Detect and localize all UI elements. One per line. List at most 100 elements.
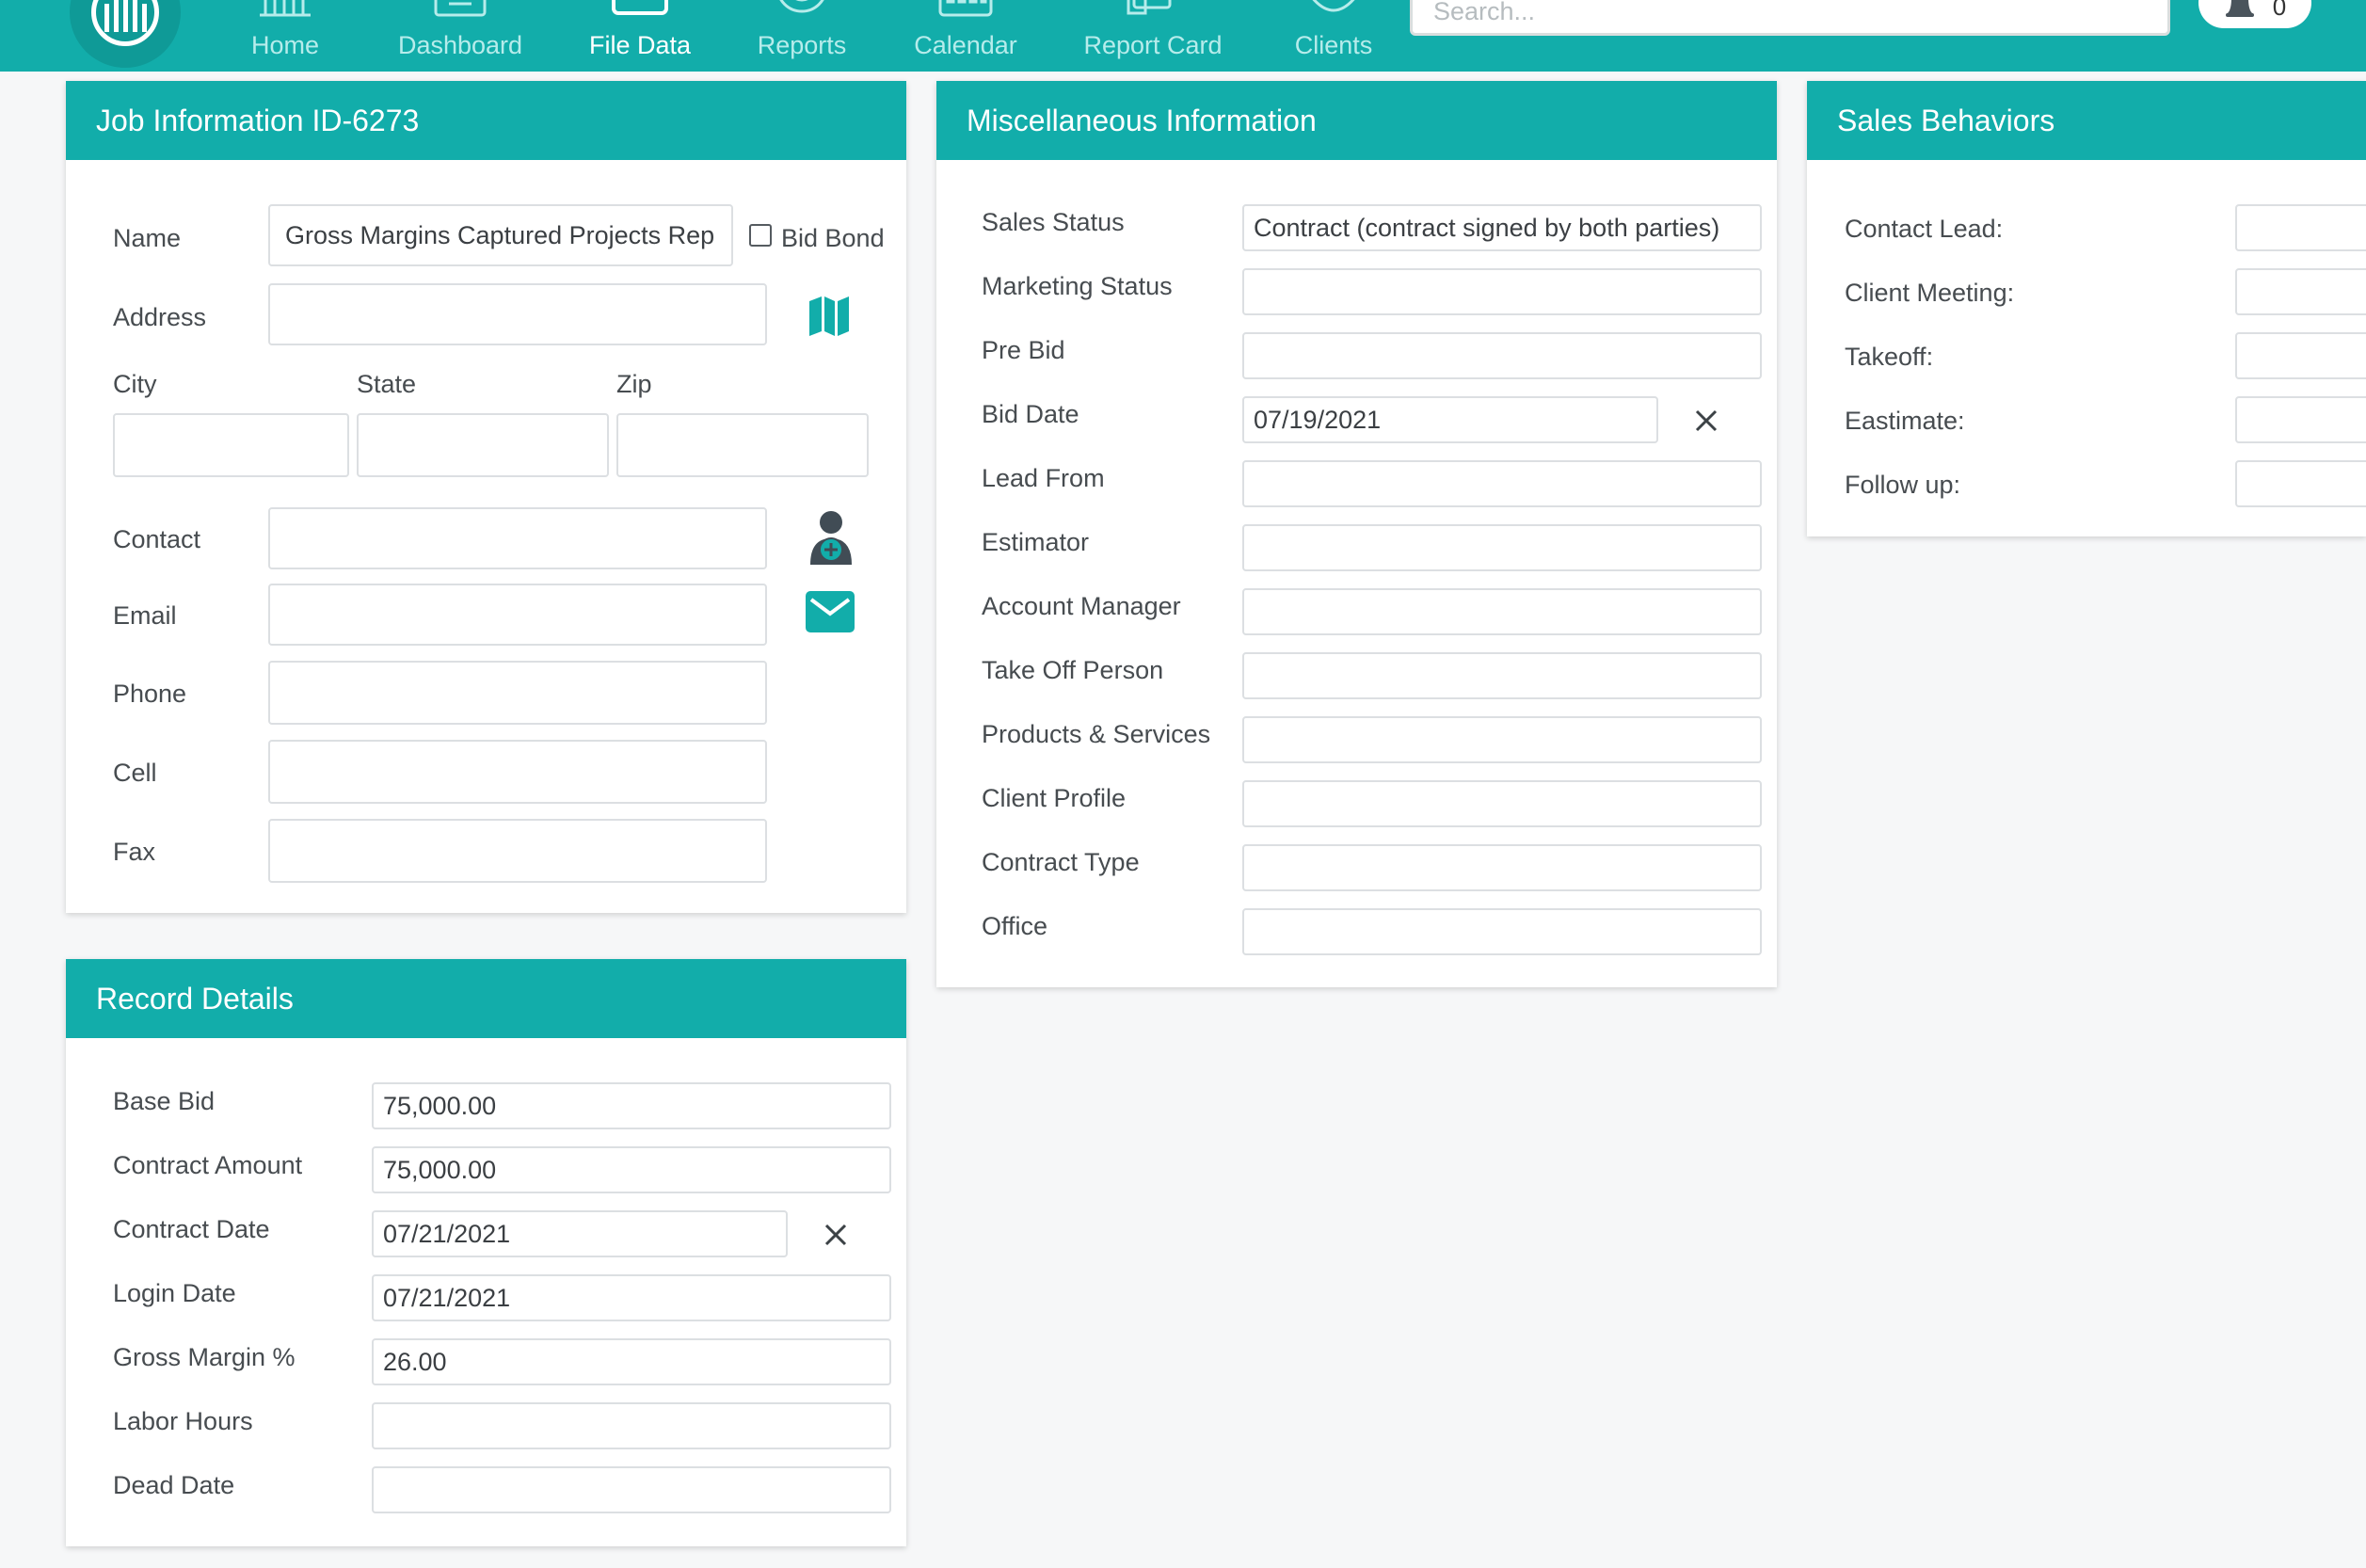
sales-behaviors-panel: Sales Behaviors Contact Lead: Client Mee… xyxy=(1807,81,2366,536)
follow-up-field[interactable] xyxy=(2235,460,2366,507)
address-field[interactable] xyxy=(268,283,767,345)
city-field[interactable] xyxy=(113,413,349,477)
take-off-person-field[interactable] xyxy=(1242,652,1762,699)
sales-status-label: Sales Status xyxy=(982,208,1125,236)
phone-field[interactable] xyxy=(268,661,767,725)
cell-field[interactable] xyxy=(268,740,767,804)
nav-dashboard-label: Dashboard xyxy=(397,31,523,59)
dashboard-icon xyxy=(434,0,487,17)
nav-home-label: Home xyxy=(250,31,320,59)
contact-lead-field[interactable] xyxy=(2235,204,2366,251)
dead-date-field[interactable] xyxy=(372,1466,891,1513)
account-manager-label: Account Manager xyxy=(982,592,1181,620)
report-card-icon xyxy=(1127,0,1172,15)
takeoff-field[interactable] xyxy=(2235,332,2366,379)
gross-margin-field[interactable]: 26.00 xyxy=(372,1338,891,1385)
marketing-status-label: Marketing Status xyxy=(982,272,1173,300)
nav-home[interactable]: Home xyxy=(247,0,324,72)
marketing-status-field[interactable] xyxy=(1242,268,1762,315)
estimate-field[interactable] xyxy=(2235,396,2366,443)
app-logo[interactable] xyxy=(70,0,181,68)
envelope-icon[interactable] xyxy=(806,591,855,632)
contract-date-label: Contract Date xyxy=(113,1215,270,1243)
name-label: Name xyxy=(113,224,182,252)
nav-dashboard[interactable]: Dashboard xyxy=(395,0,525,72)
bid-bond-label: Bid Bond xyxy=(781,224,885,252)
contact-lead-label: Contact Lead: xyxy=(1845,215,2004,243)
contact-label: Contact xyxy=(113,525,201,553)
nav-reports[interactable]: Reports xyxy=(757,0,847,72)
email-label: Email xyxy=(113,601,177,630)
zip-label: Zip xyxy=(616,370,652,398)
state-label: State xyxy=(357,370,417,398)
nav-reports-label: Reports xyxy=(757,31,847,59)
calendar-icon xyxy=(938,0,993,17)
lead-from-label: Lead From xyxy=(982,464,1105,492)
logo-bars-icon xyxy=(91,0,159,46)
contract-date-field[interactable]: 07/21/2021 xyxy=(372,1210,788,1257)
map-icon[interactable] xyxy=(807,294,851,337)
base-bid-label: Base Bid xyxy=(113,1087,216,1115)
take-off-person-label: Take Off Person xyxy=(982,656,1164,684)
nav-calendar-label: Calendar xyxy=(914,31,1017,59)
takeoff-label: Takeoff: xyxy=(1845,343,1934,371)
nav-report-card[interactable]: Report Card xyxy=(1082,0,1223,72)
base-bid-field[interactable]: 75,000.00 xyxy=(372,1082,891,1129)
office-field[interactable] xyxy=(1242,908,1762,955)
lead-from-field[interactable] xyxy=(1242,460,1762,507)
login-date-field[interactable]: 07/21/2021 xyxy=(372,1274,891,1321)
sales-status-field[interactable]: Contract (contract signed by both partie… xyxy=(1242,204,1762,251)
bell-icon xyxy=(2225,0,2254,17)
nav-file-data[interactable]: File Data xyxy=(589,0,691,72)
notification-count: 0 xyxy=(2272,0,2287,21)
add-contact-icon[interactable] xyxy=(807,510,855,567)
office-label: Office xyxy=(982,912,1048,940)
miscellaneous-information-panel: Miscellaneous Information Sales Status C… xyxy=(936,81,1777,987)
address-label: Address xyxy=(113,303,207,331)
contract-type-label: Contract Type xyxy=(982,848,1140,876)
home-icon xyxy=(260,0,311,17)
top-navigation-bar: Home Dashboard File Data Reports Calenda… xyxy=(0,0,2366,72)
reports-icon xyxy=(779,0,824,13)
pre-bid-field[interactable] xyxy=(1242,332,1762,379)
contract-amount-label: Contract Amount xyxy=(113,1151,303,1179)
client-profile-label: Client Profile xyxy=(982,784,1127,812)
client-meeting-field[interactable] xyxy=(2235,268,2366,315)
labor-hours-field[interactable] xyxy=(372,1402,891,1449)
client-meeting-label: Client Meeting: xyxy=(1845,279,2015,307)
client-profile-field[interactable] xyxy=(1242,780,1762,827)
estimator-field[interactable] xyxy=(1242,524,1762,571)
cell-label: Cell xyxy=(113,759,157,787)
contract-type-field[interactable] xyxy=(1242,844,1762,891)
name-field[interactable]: Gross Margins Captured Projects Rep xyxy=(268,204,733,266)
bid-date-field[interactable]: 07/19/2021 xyxy=(1242,396,1658,443)
fax-label: Fax xyxy=(113,838,156,866)
notifications-button[interactable]: 0 xyxy=(2198,0,2311,28)
clear-bid-date-icon[interactable] xyxy=(1693,408,1719,434)
clear-contract-date-icon[interactable] xyxy=(823,1222,849,1248)
gross-margin-label: Gross Margin % xyxy=(113,1343,296,1371)
fax-field[interactable] xyxy=(268,819,767,883)
nav-clients[interactable]: Clients xyxy=(1293,0,1374,72)
job-information-header: Job Information ID-6273 xyxy=(66,81,906,160)
record-details-panel: Record Details Base Bid 75,000.00 Contra… xyxy=(66,959,906,1546)
clients-icon xyxy=(1312,0,1355,12)
zip-field[interactable] xyxy=(616,413,869,477)
bid-bond-checkbox[interactable] xyxy=(749,224,772,247)
login-date-label: Login Date xyxy=(113,1279,236,1307)
miscellaneous-information-header: Miscellaneous Information xyxy=(936,81,1777,160)
nav-calendar[interactable]: Calendar xyxy=(913,0,1018,72)
estimator-label: Estimator xyxy=(982,528,1090,556)
search-input[interactable] xyxy=(1410,0,2170,36)
bid-date-label: Bid Date xyxy=(982,400,1079,428)
state-field[interactable] xyxy=(357,413,609,477)
contact-field[interactable] xyxy=(268,507,767,569)
account-manager-field[interactable] xyxy=(1242,588,1762,635)
contract-amount-field[interactable]: 75,000.00 xyxy=(372,1146,891,1193)
pre-bid-label: Pre Bid xyxy=(982,336,1065,364)
record-details-header: Record Details xyxy=(66,959,906,1038)
phone-label: Phone xyxy=(113,680,187,708)
products-services-field[interactable] xyxy=(1242,716,1762,763)
city-label: City xyxy=(113,370,157,398)
email-field[interactable] xyxy=(268,584,767,646)
